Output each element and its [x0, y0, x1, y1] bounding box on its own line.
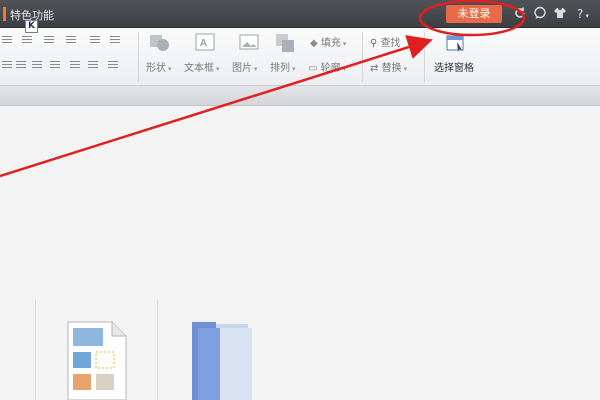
- login-button[interactable]: 未登录: [446, 5, 502, 23]
- text-direction-icon[interactable]: [110, 36, 120, 45]
- panel-divider: [157, 300, 158, 400]
- ribbon-toolbar: 形状 ▾ A 文本框 ▾ 图片 ▾ 排列 ▾ ◆ 填充 ▾ ▭ 轮廓 ▾ ⚲ 查找 ⇄ 替换…: [0, 28, 600, 86]
- shape-icon[interactable]: [148, 32, 172, 54]
- align-vertical-icon[interactable]: [88, 61, 98, 70]
- indent-increase-icon[interactable]: [44, 36, 54, 45]
- selection-pane-button[interactable]: 选择窗格: [434, 59, 474, 74]
- svg-text:A: A: [200, 38, 207, 49]
- shape-button[interactable]: 形状 ▾: [146, 59, 172, 74]
- align-center-icon[interactable]: [16, 61, 26, 70]
- refresh-icon[interactable]: [512, 6, 528, 22]
- find-icon: ⚲: [370, 38, 381, 49]
- line-spacing-icon[interactable]: [66, 36, 76, 45]
- justify-icon[interactable]: [50, 61, 60, 70]
- ribbon-separator: [424, 32, 425, 82]
- fill-icon: ◆: [310, 38, 321, 49]
- title-bar: 特色功能 未登录 ? ▾: [0, 0, 600, 28]
- fill-button[interactable]: ◆ 填充 ▾: [310, 34, 346, 49]
- align-left-icon[interactable]: [2, 61, 12, 70]
- arrange-button[interactable]: 排列 ▾: [270, 59, 296, 74]
- arrange-icon[interactable]: [274, 32, 298, 54]
- outline-icon: ▭: [308, 63, 321, 74]
- columns-icon[interactable]: [90, 36, 100, 45]
- image-icon[interactable]: [238, 32, 262, 54]
- arrange-label: 排列: [270, 63, 290, 74]
- list-icon[interactable]: [2, 36, 12, 45]
- find-button[interactable]: ⚲ 查找: [370, 34, 401, 49]
- textbox-button[interactable]: 文本框 ▾: [184, 59, 220, 74]
- folder-icon[interactable]: [188, 318, 254, 400]
- align-right-icon[interactable]: [32, 61, 42, 70]
- paragraph-spacing-icon[interactable]: [108, 61, 118, 70]
- find-label: 查找: [380, 38, 401, 49]
- panel-divider: [35, 300, 36, 400]
- outline-button[interactable]: ▭ 轮廓 ▾: [308, 59, 346, 74]
- selection-pane-icon[interactable]: [445, 34, 467, 54]
- distribute-icon[interactable]: [70, 61, 80, 70]
- ribbon-separator: [362, 32, 363, 82]
- indent-decrease-icon[interactable]: [22, 36, 32, 45]
- shortcut-badge: K: [25, 20, 38, 33]
- textbox-label: 文本框: [184, 63, 214, 74]
- replace-icon: ⇄: [370, 63, 382, 74]
- tab-strip: [0, 86, 600, 106]
- chat-icon[interactable]: [532, 6, 548, 22]
- textbox-icon[interactable]: A: [194, 32, 218, 54]
- template-document-icon[interactable]: [66, 320, 128, 400]
- title-accent-bar: [3, 7, 6, 21]
- image-label: 图片: [232, 63, 252, 74]
- outline-label: 轮廓: [320, 63, 341, 74]
- replace-button[interactable]: ⇄ 替换 ▾: [370, 59, 407, 74]
- shape-label: 形状: [146, 63, 166, 74]
- fill-label: 填充: [320, 38, 341, 49]
- ribbon-separator: [138, 32, 139, 82]
- image-button[interactable]: 图片 ▾: [232, 59, 258, 74]
- replace-label: 替换: [381, 63, 402, 74]
- help-icon[interactable]: ? ▾: [572, 6, 594, 22]
- skin-icon[interactable]: [552, 6, 568, 22]
- help-label: ?: [577, 7, 584, 21]
